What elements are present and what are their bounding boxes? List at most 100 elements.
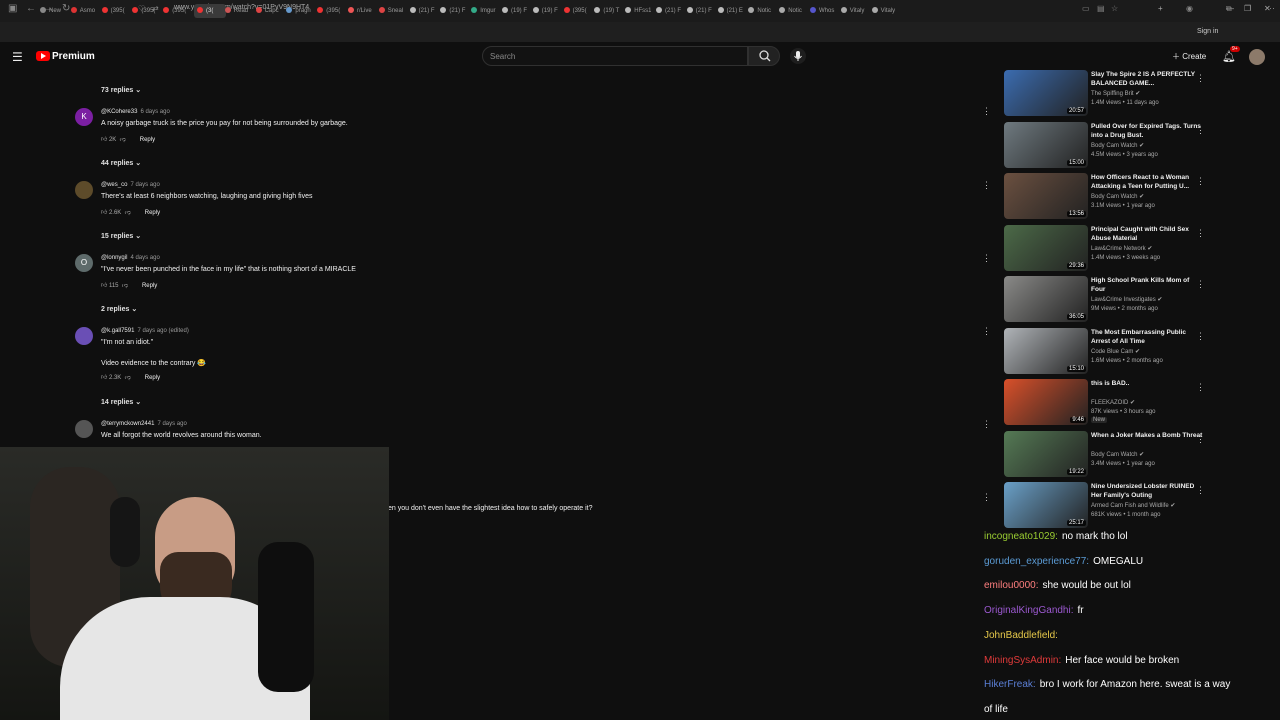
bookmark-star-icon[interactable]: ☆	[1111, 4, 1118, 13]
video-title[interactable]: When a Joker Makes a Bomb Threat	[1091, 431, 1203, 440]
voice-search-button[interactable]	[790, 48, 806, 64]
replies-toggle[interactable]: 73 replies ⌄	[101, 86, 141, 94]
video-channel[interactable]: The Spiffing Brit ✔	[1091, 90, 1140, 97]
more-options-icon[interactable]: ⋮	[1196, 228, 1205, 239]
video-thumbnail[interactable]: 36:05	[1004, 276, 1088, 322]
video-thumbnail[interactable]: 20:57	[1004, 70, 1088, 116]
like-icon[interactable]: 👍︎	[101, 283, 107, 289]
video-channel[interactable]: Law&Crime Network ✔	[1091, 245, 1152, 252]
reply-button[interactable]: Reply	[142, 283, 157, 289]
video-title[interactable]: Principal Caught with Child Sex Abuse Ma…	[1091, 225, 1203, 243]
browser-tab[interactable]: New	[40, 4, 66, 18]
replies-toggle[interactable]: 15 replies ⌄	[101, 232, 141, 240]
comment-username[interactable]: @wes_co	[101, 182, 127, 188]
video-thumbnail[interactable]: 13:56	[1004, 173, 1088, 219]
browser-tab[interactable]: r/Live	[348, 4, 374, 18]
comment-username[interactable]: @terrymckown2441	[101, 421, 154, 427]
video-thumbnail[interactable]: 15:10	[1004, 327, 1088, 374]
account-avatar[interactable]	[1249, 49, 1265, 65]
new-tab-icon[interactable]: +	[1158, 4, 1163, 13]
more-options-icon[interactable]: ⋮	[982, 419, 991, 430]
comment-timestamp[interactable]: 6 days ago	[140, 109, 169, 115]
reply-button[interactable]: Reply	[140, 137, 155, 143]
dislike-icon[interactable]: 👎︎	[125, 375, 131, 381]
create-button[interactable]: ＋ Create	[1172, 51, 1206, 62]
browser-tab[interactable]: (19) F	[502, 4, 528, 18]
browser-tab[interactable]: (21) E	[717, 4, 744, 18]
comment-author[interactable]: @k.gall7591 7 days ago (edited)	[101, 328, 189, 334]
browser-tab[interactable]: (19) F	[532, 4, 559, 18]
browser-tab[interactable]: Imgur	[471, 4, 497, 18]
more-options-icon[interactable]: ⋮	[982, 326, 991, 337]
dislike-icon[interactable]: 👎︎	[125, 210, 131, 216]
browser-tab[interactable]: (395(	[563, 4, 590, 18]
comment-author[interactable]: @KCohere33 6 days ago	[101, 109, 170, 115]
commenter-avatar[interactable]	[75, 327, 93, 345]
dislike-icon[interactable]: 👎︎	[122, 283, 128, 289]
more-options-icon[interactable]: ⋮	[982, 253, 991, 264]
reply-button[interactable]: Reply	[145, 375, 160, 381]
dislike-icon[interactable]: 👎︎	[120, 137, 126, 143]
video-title[interactable]: Pulled Over for Expired Tags. Turns into…	[1091, 122, 1203, 140]
comment-author[interactable]: @terrymckown2441 7 days ago	[101, 421, 187, 427]
commenter-avatar[interactable]	[75, 420, 93, 438]
video-title[interactable]: this is BAD..	[1091, 379, 1203, 388]
video-thumbnail[interactable]: 15:00	[1004, 121, 1088, 168]
commenter-avatar[interactable]	[75, 181, 93, 199]
more-options-icon[interactable]: ⋮	[1196, 434, 1205, 445]
replies-toggle[interactable]: 14 replies ⌄	[101, 398, 141, 406]
reply-button[interactable]: Reply	[145, 210, 160, 216]
browser-tab[interactable]: (3(	[194, 4, 226, 18]
more-options-icon[interactable]: ⋮	[982, 106, 991, 117]
browser-tab[interactable]: (395(	[132, 4, 158, 18]
search-button[interactable]	[748, 46, 780, 66]
browser-tab[interactable]: Read	[224, 4, 251, 18]
video-thumbnail[interactable]: 25:17	[1004, 482, 1088, 528]
browser-tab[interactable]: (21) F	[686, 4, 713, 18]
video-channel[interactable]: Body Cam Watch ✔	[1091, 142, 1144, 149]
browser-tab[interactable]: (395(	[163, 4, 189, 18]
video-title[interactable]: The Most Embarrassing Public Arrest of A…	[1091, 328, 1203, 346]
more-options-icon[interactable]: ⋮	[1196, 485, 1205, 496]
browser-tab[interactable]: (19) T	[594, 4, 620, 18]
sidebar-toggle-icon[interactable]: ▣	[8, 3, 17, 14]
comment-timestamp[interactable]: 7 days ago	[130, 182, 159, 188]
browser-tab[interactable]: Asmo	[70, 4, 97, 18]
more-options-icon[interactable]: ⋮	[1196, 176, 1205, 187]
commenter-avatar[interactable]: O	[75, 254, 93, 272]
video-title[interactable]: Nine Undersized Lobster RUINED Her Famil…	[1091, 482, 1203, 500]
comment-timestamp[interactable]: 4 days ago	[130, 255, 159, 261]
browser-tab[interactable]: pragn	[286, 4, 312, 18]
video-channel[interactable]: Law&Crime Investigates ✔	[1091, 296, 1162, 303]
browser-tab[interactable]: Sneal	[378, 4, 405, 18]
browser-tab[interactable]: Whos	[810, 4, 836, 18]
browser-tab[interactable]: Notic	[748, 4, 774, 18]
video-channel[interactable]: Body Cam Watch ✔	[1091, 193, 1144, 200]
video-channel[interactable]: Armed Cam Fish and Wildlife ✔	[1091, 502, 1175, 509]
back-icon[interactable]: ←	[26, 3, 36, 14]
maximize-icon[interactable]: ❐	[1244, 4, 1251, 13]
like-icon[interactable]: 👍︎	[101, 210, 107, 216]
browser-tab[interactable]: (395(	[101, 4, 128, 18]
like-icon[interactable]: 👍︎	[101, 375, 107, 381]
comment-username[interactable]: @lonnygil	[101, 255, 127, 261]
profile-icon[interactable]: ◉	[1186, 4, 1193, 13]
video-thumbnail[interactable]: 29:36	[1004, 224, 1088, 271]
browser-tab[interactable]: Vitaly	[840, 4, 867, 18]
browser-tab[interactable]: (395(	[317, 4, 343, 18]
browser-tab[interactable]: (21) F	[409, 4, 436, 18]
video-channel[interactable]: FLEEKAZOID ✔	[1091, 399, 1135, 406]
more-options-icon[interactable]: ⋮	[982, 180, 991, 191]
search-input[interactable]: Search	[482, 46, 748, 66]
comment-author[interactable]: @lonnygil 4 days ago	[101, 255, 160, 261]
more-options-icon[interactable]: ⋮	[1196, 331, 1205, 342]
browser-menu-icon[interactable]: ⋯	[1266, 3, 1275, 14]
reader-icon[interactable]: ▤	[1097, 4, 1105, 13]
video-title[interactable]: Slay The Spire 2 IS A PERFECTLY BALANCED…	[1091, 70, 1203, 88]
video-channel[interactable]: Code Blue Cam ✔	[1091, 348, 1140, 355]
comment-timestamp[interactable]: 7 days ago (edited)	[137, 328, 188, 334]
replies-toggle[interactable]: 44 replies ⌄	[101, 159, 141, 167]
comment-author[interactable]: @wes_co 7 days ago	[101, 182, 160, 188]
video-title[interactable]: High School Prank Kills Mom of Four	[1091, 276, 1203, 294]
comment-username[interactable]: @KCohere33	[101, 109, 137, 115]
